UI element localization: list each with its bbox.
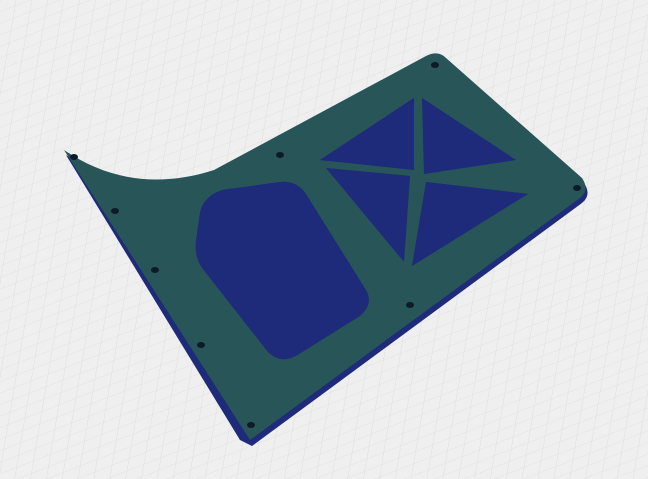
mounting-hole: [247, 422, 255, 428]
mounting-hole: [573, 185, 581, 191]
mounting-hole: [197, 342, 205, 348]
mounting-hole: [151, 267, 159, 273]
mounting-hole: [431, 62, 439, 68]
mounting-hole: [70, 154, 78, 160]
mounting-hole: [406, 302, 414, 308]
mounting-hole: [111, 208, 119, 214]
viewport-canvas[interactable]: [0, 0, 648, 479]
mounting-hole: [276, 152, 284, 158]
3d-viewport[interactable]: [0, 0, 648, 479]
